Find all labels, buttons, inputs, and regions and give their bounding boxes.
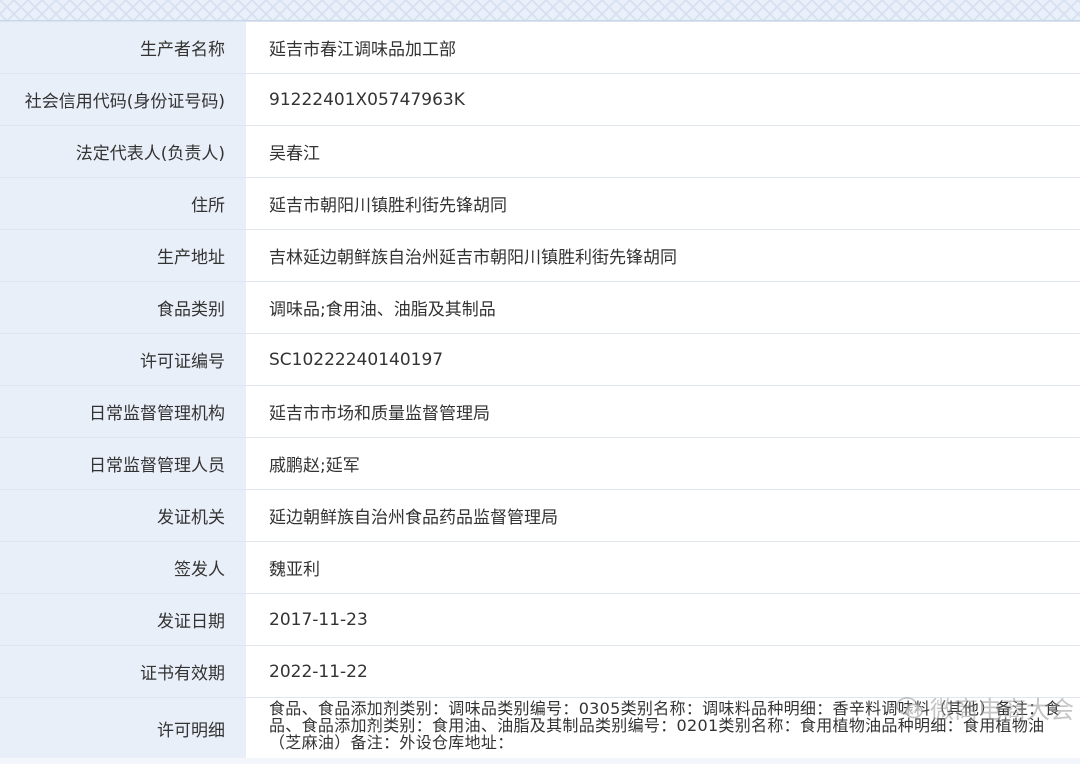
row-label: 食品类别: [0, 282, 248, 333]
license-info-table: 生产者名称 延吉市春江调味品加工部 社会信用代码(身份证号码) 91222401…: [0, 21, 1080, 758]
table-row: 社会信用代码(身份证号码) 91222401X05747963K: [0, 74, 1080, 126]
row-label: 发证日期: [0, 594, 248, 645]
table-row: 生产者名称 延吉市春江调味品加工部: [0, 22, 1080, 74]
table-row: 签发人 魏亚利: [0, 542, 1080, 594]
row-value: 延吉市春江调味品加工部: [248, 22, 1080, 73]
row-value: 2022-11-22: [248, 646, 1080, 697]
row-label: 社会信用代码(身份证号码): [0, 74, 248, 125]
row-value: 延吉市市场和质量监督管理局: [248, 386, 1080, 437]
table-row: 发证机关 延边朝鲜族自治州食品药品监督管理局: [0, 490, 1080, 542]
row-value: 延吉市朝阳川镇胜利街先锋胡同: [248, 178, 1080, 229]
row-value: 魏亚利: [248, 542, 1080, 593]
row-value: 戚鹏赵;延军: [248, 438, 1080, 489]
row-label: 生产者名称: [0, 22, 248, 73]
row-value: 2017-11-23: [248, 594, 1080, 645]
row-value: SC10222240140197: [248, 334, 1080, 385]
row-value: 延边朝鲜族自治州食品药品监督管理局: [248, 490, 1080, 541]
table-row: 住所 延吉市朝阳川镇胜利街先锋胡同: [0, 178, 1080, 230]
table-row: 许可证编号 SC10222240140197: [0, 334, 1080, 386]
row-label: 发证机关: [0, 490, 248, 541]
row-value: 吉林延边朝鲜族自治州延吉市朝阳川镇胜利街先锋胡同: [248, 230, 1080, 281]
row-label: 生产地址: [0, 230, 248, 281]
row-label: 签发人: [0, 542, 248, 593]
row-label: 许可明细: [0, 698, 248, 758]
license-page: 生产者名称 延吉市春江调味品加工部 社会信用代码(身份证号码) 91222401…: [0, 0, 1080, 764]
decorative-top-strip: [0, 0, 1080, 21]
row-label: 许可证编号: [0, 334, 248, 385]
table-row: 食品类别 调味品;食用油、油脂及其制品: [0, 282, 1080, 334]
row-value: 吴春江: [248, 126, 1080, 177]
table-row: 许可明细 食品、食品添加剂类别：调味品类别编号：0305类别名称：调味料品种明细…: [0, 698, 1080, 758]
table-row: 日常监督管理人员 戚鹏赵;延军: [0, 438, 1080, 490]
row-label: 日常监督管理机构: [0, 386, 248, 437]
row-value: 91222401X05747963K: [248, 74, 1080, 125]
table-row: 生产地址 吉林延边朝鲜族自治州延吉市朝阳川镇胜利街先锋胡同: [0, 230, 1080, 282]
table-row: 发证日期 2017-11-23: [0, 594, 1080, 646]
table-row: 日常监督管理机构 延吉市市场和质量监督管理局: [0, 386, 1080, 438]
row-value: 调味品;食用油、油脂及其制品: [248, 282, 1080, 333]
row-label: 证书有效期: [0, 646, 248, 697]
row-label: 法定代表人(负责人): [0, 126, 248, 177]
row-label: 住所: [0, 178, 248, 229]
row-value: 食品、食品添加剂类别：调味品类别编号：0305类别名称：调味料品种明细：香辛料调…: [248, 698, 1080, 758]
table-row: 法定代表人(负责人) 吴春江: [0, 126, 1080, 178]
table-row: 证书有效期 2022-11-22: [0, 646, 1080, 698]
row-label: 日常监督管理人员: [0, 438, 248, 489]
